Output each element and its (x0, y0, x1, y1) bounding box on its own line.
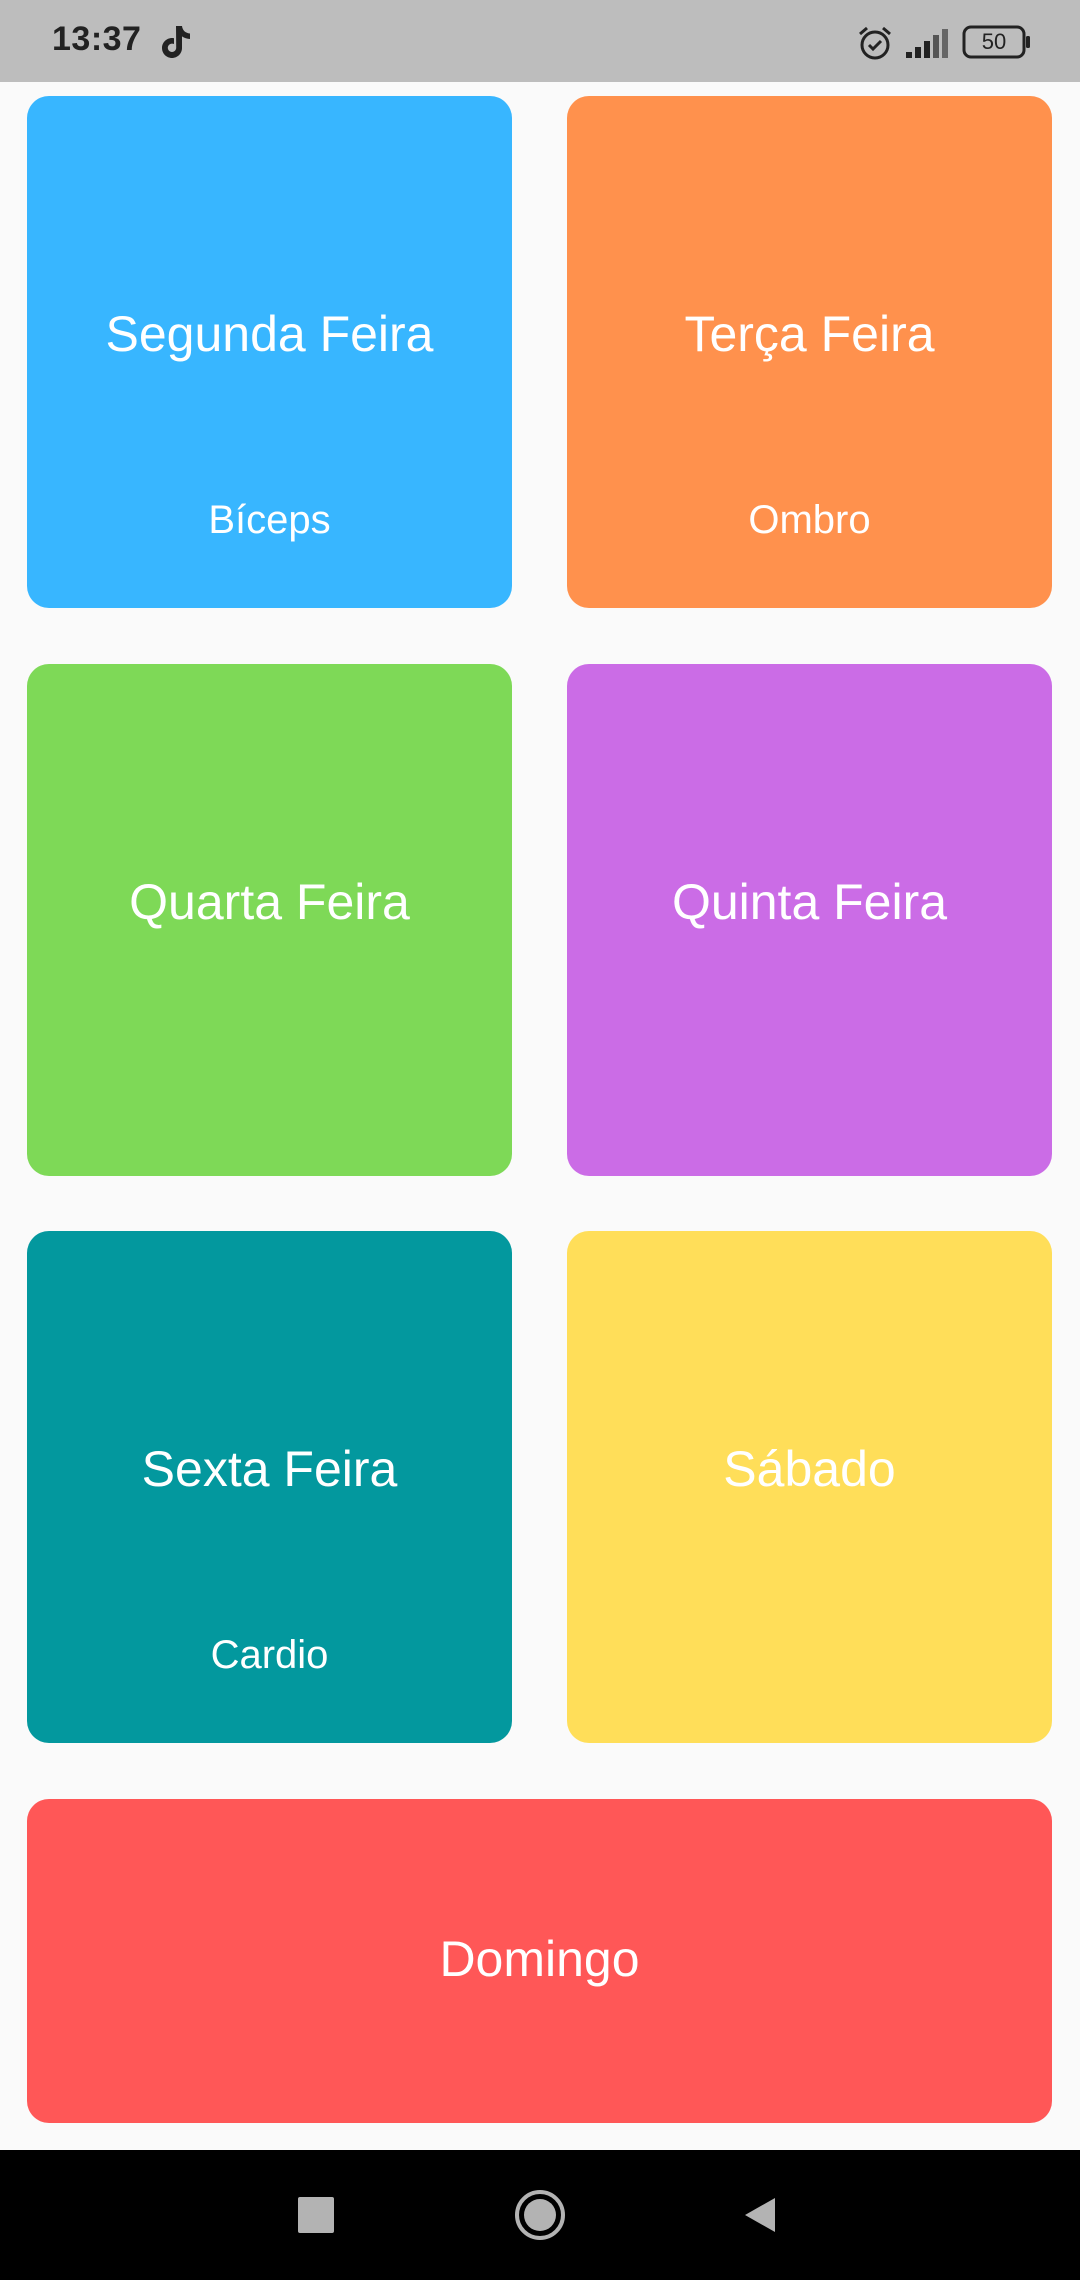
tile-muscle-label: Cardio (210, 1633, 329, 1677)
tiktok-icon (162, 26, 190, 58)
tile-day-label: Domingo (439, 1931, 640, 1987)
tile-sabado[interactable]: Sábado (567, 1231, 1052, 1743)
status-bar: 13:37 50 (0, 0, 1080, 82)
tile-day-label: Sábado (723, 1441, 896, 1497)
tile-day-label: Sexta Feira (141, 1441, 398, 1497)
tile-quarta-feira[interactable]: Quarta Feira (27, 664, 512, 1176)
tile-domingo[interactable]: Domingo (27, 1799, 1052, 2123)
recents-square-icon[interactable] (298, 2197, 334, 2233)
tile-day-label: Segunda Feira (105, 306, 434, 362)
home-circle-icon[interactable] (514, 2189, 566, 2241)
tile-day-label: Quinta Feira (671, 874, 948, 930)
tile-muscle-label: Bíceps (208, 498, 331, 542)
tile-day-label: Quarta Feira (129, 874, 410, 930)
workout-week-grid: Segunda Feira Bíceps Terça Feira Ombro Q… (0, 82, 1080, 2150)
status-time: 13:37 (52, 20, 142, 58)
tile-muscle-label: Ombro (748, 498, 871, 542)
tile-day-label: Terça Feira (684, 306, 935, 362)
tile-segunda-feira[interactable]: Segunda Feira Bíceps (27, 96, 512, 608)
alarm-icon (859, 26, 891, 60)
tile-terca-feira[interactable]: Terça Feira Ombro (567, 96, 1052, 608)
tile-quinta-feira[interactable]: Quinta Feira (567, 664, 1052, 1176)
signal-icon (906, 29, 948, 58)
back-triangle-icon[interactable] (743, 2196, 777, 2234)
battery-level: 50 (981, 29, 1007, 54)
navigation-bar (0, 2150, 1080, 2280)
tile-sexta-feira[interactable]: Sexta Feira Cardio (27, 1231, 512, 1743)
